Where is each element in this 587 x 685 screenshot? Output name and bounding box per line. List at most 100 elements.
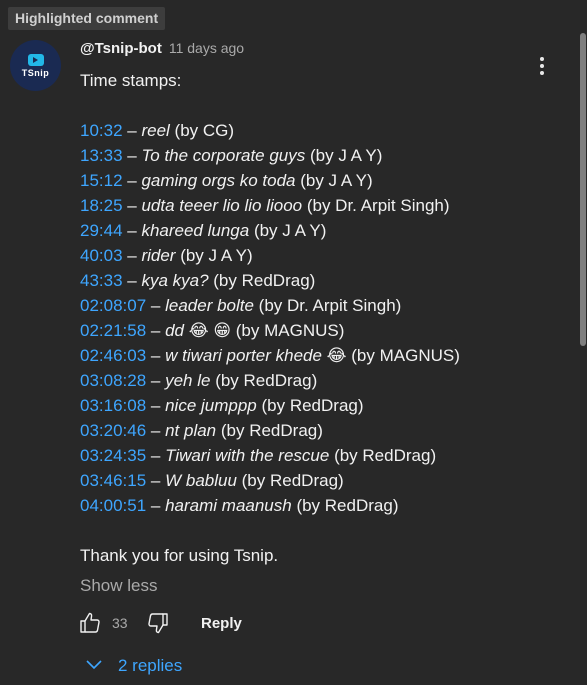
- timestamp-link[interactable]: 10:32: [80, 121, 123, 140]
- timestamp-author: (by Dr. Arpit Singh): [302, 196, 450, 215]
- timestamp-title: kya kya?: [141, 271, 209, 290]
- timestamp-entry: 04:00:51 – harami maanush (by RedDrag): [80, 493, 560, 518]
- intro-text: Time stamps:: [80, 71, 182, 90]
- timestamp-author: (by MAGNUS): [231, 321, 345, 340]
- timestamp-entry: 43:33 – kya kya? (by RedDrag): [80, 268, 560, 293]
- timestamp-title: nt plan: [165, 421, 217, 440]
- timestamp-entry: 03:20:46 – nt plan (by RedDrag): [80, 418, 560, 443]
- timestamp-entry: 13:33 – To the corporate guys (by J A Y): [80, 143, 560, 168]
- separator: –: [122, 246, 142, 265]
- timestamp-author: (by J A Y): [175, 246, 253, 265]
- avatar[interactable]: TSnip: [10, 40, 61, 91]
- timestamp-title: gaming orgs ko toda: [141, 171, 296, 190]
- timestamp-link[interactable]: 03:08:28: [80, 371, 146, 390]
- timestamp-entry: 18:25 – udta teeer lio lio liooo (by Dr.…: [80, 193, 560, 218]
- timestamp-list: 10:32 – reel (by CG) 13:33 – To the corpo…: [80, 118, 560, 518]
- timestamp-author: (by RedDrag): [291, 496, 399, 515]
- timestamp-link[interactable]: 04:00:51: [80, 496, 146, 515]
- timestamp-link[interactable]: 29:44: [80, 221, 123, 240]
- avatar-logo-text: TSnip: [21, 67, 50, 78]
- timestamp-title: harami maanush: [165, 496, 292, 515]
- scrollbar-thumb[interactable]: [580, 33, 586, 346]
- view-replies-button[interactable]: 2 replies: [84, 652, 182, 680]
- timestamp-title: To the corporate guys: [141, 146, 306, 165]
- timestamp-title: nice jumppp: [165, 396, 257, 415]
- timestamp-author: (by J A Y): [249, 221, 327, 240]
- timestamp-link[interactable]: 02:21:58: [80, 321, 146, 340]
- author-name[interactable]: @Tsnip-bot: [80, 40, 162, 57]
- separator: –: [146, 396, 166, 415]
- chevron-down-icon: [84, 654, 104, 679]
- separator: –: [122, 146, 142, 165]
- timestamp-entry: 10:32 – reel (by CG): [80, 118, 560, 143]
- timestamp-title: w tiwari porter khede 😂: [165, 346, 347, 365]
- comment-time[interactable]: 11 days ago: [169, 40, 244, 56]
- timestamp-author: (by RedDrag): [210, 371, 318, 390]
- timestamp-link[interactable]: 15:12: [80, 171, 123, 190]
- timestamp-author: (by RedDrag): [208, 271, 316, 290]
- timestamp-link[interactable]: 03:20:46: [80, 421, 146, 440]
- timestamp-entry: 40:03 – rider (by J A Y): [80, 243, 560, 268]
- timestamp-title: yeh le: [165, 371, 211, 390]
- replies-label: 2 replies: [118, 656, 183, 675]
- timestamp-entry: 03:08:28 – yeh le (by RedDrag): [80, 368, 560, 393]
- comment-actions: 33 Reply: [78, 609, 242, 637]
- timestamp-author: (by RedDrag): [329, 446, 437, 465]
- timestamp-link[interactable]: 43:33: [80, 271, 123, 290]
- timestamp-link[interactable]: 03:24:35: [80, 446, 146, 465]
- separator: –: [146, 321, 166, 340]
- timestamp-title: Tiwari with the rescue: [165, 446, 330, 465]
- separator: –: [122, 221, 142, 240]
- timestamp-entry: 03:24:35 – Tiwari with the rescue (by Re…: [80, 443, 560, 468]
- timestamp-entry: 02:08:07 – leader bolte (by Dr. Arpit Si…: [80, 293, 560, 318]
- reply-button[interactable]: Reply: [201, 615, 242, 632]
- play-icon: [27, 53, 44, 66]
- separator: –: [122, 196, 142, 215]
- timestamp-entry: 02:21:58 – dd 😂 😁 (by MAGNUS): [80, 318, 560, 343]
- separator: –: [122, 171, 142, 190]
- timestamp-title: dd 😂 😁: [165, 321, 232, 340]
- comment-body: @Tsnip-bot 11 days ago Time stamps: 10:3…: [80, 40, 560, 598]
- separator: –: [146, 471, 166, 490]
- timestamp-author: (by RedDrag): [216, 421, 323, 440]
- timestamp-author: (by Dr. Arpit Singh): [253, 296, 402, 315]
- separator: –: [146, 496, 166, 515]
- scrollbar-track[interactable]: [579, 0, 587, 685]
- timestamp-author: (by J A Y): [305, 146, 383, 165]
- timestamp-link[interactable]: 40:03: [80, 246, 123, 265]
- timestamp-entry: 03:46:15 – W babluu (by RedDrag): [80, 468, 560, 493]
- separator: –: [146, 296, 166, 315]
- separator: –: [122, 271, 142, 290]
- timestamp-author: (by CG): [169, 121, 235, 140]
- comment-text: Time stamps: 10:32 – reel (by CG) 13:33 –…: [80, 68, 560, 568]
- highlighted-comment-badge: Highlighted comment: [8, 7, 166, 30]
- thumbs-up-icon[interactable]: [78, 609, 102, 637]
- separator: –: [146, 371, 166, 390]
- timestamp-link[interactable]: 02:08:07: [80, 296, 146, 315]
- separator: –: [122, 121, 142, 140]
- timestamp-author: (by RedDrag): [236, 471, 344, 490]
- like-count: 33: [112, 615, 128, 631]
- timestamp-link[interactable]: 13:33: [80, 146, 123, 165]
- separator: –: [146, 446, 166, 465]
- timestamp-author: (by MAGNUS): [346, 346, 460, 365]
- show-less-button[interactable]: Show less: [80, 573, 157, 598]
- timestamp-entry: 03:16:08 – nice jumppp (by RedDrag): [80, 393, 560, 418]
- timestamp-entry: 29:44 – khareed lunga (by J A Y): [80, 218, 560, 243]
- timestamp-title: leader bolte: [165, 296, 254, 315]
- timestamp-link[interactable]: 02:46:03: [80, 346, 146, 365]
- timestamp-link[interactable]: 03:46:15: [80, 471, 146, 490]
- separator: –: [146, 346, 166, 365]
- ending-text: Thank you for using Tsnip.: [80, 546, 279, 565]
- timestamp-link[interactable]: 18:25: [80, 196, 123, 215]
- separator: –: [146, 421, 166, 440]
- timestamp-title: udta teeer lio lio liooo: [141, 196, 303, 215]
- timestamp-author: (by J A Y): [295, 171, 373, 190]
- timestamp-title: reel: [141, 121, 170, 140]
- timestamp-title: W babluu: [165, 471, 237, 490]
- timestamp-title: rider: [141, 246, 176, 265]
- timestamp-entry: 15:12 – gaming orgs ko toda (by J A Y): [80, 168, 560, 193]
- thumbs-down-icon[interactable]: [146, 609, 170, 637]
- timestamp-title: khareed lunga: [141, 221, 250, 240]
- timestamp-link[interactable]: 03:16:08: [80, 396, 146, 415]
